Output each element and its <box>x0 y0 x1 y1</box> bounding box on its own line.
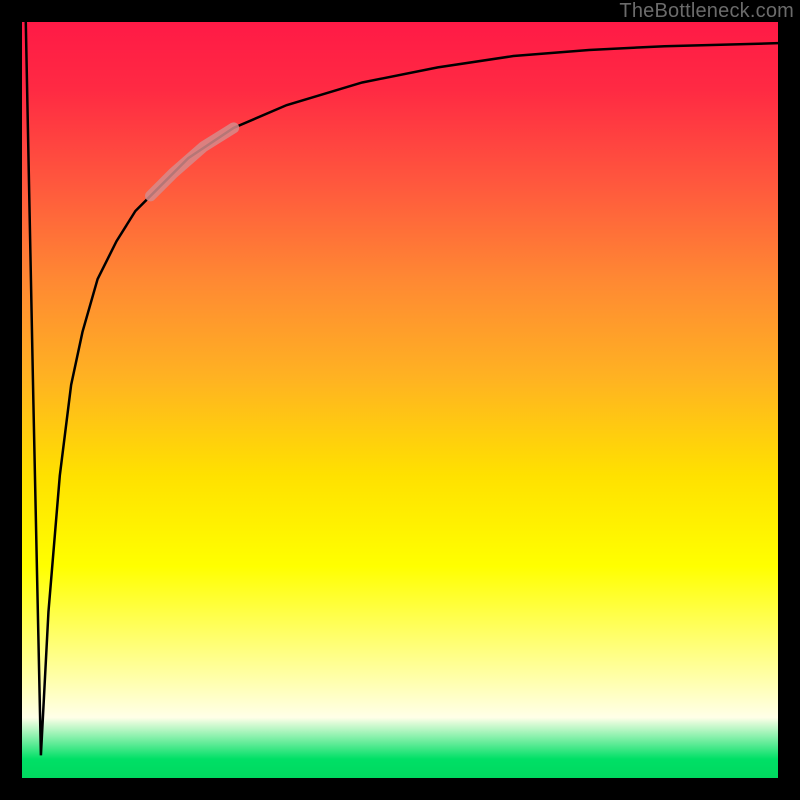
plot-area <box>22 22 778 778</box>
watermark-text: TheBottleneck.com <box>619 0 794 23</box>
chart-svg <box>22 22 778 778</box>
curve-line <box>26 22 778 755</box>
highlight-segment <box>151 128 234 196</box>
chart-container: TheBottleneck.com <box>0 0 800 800</box>
